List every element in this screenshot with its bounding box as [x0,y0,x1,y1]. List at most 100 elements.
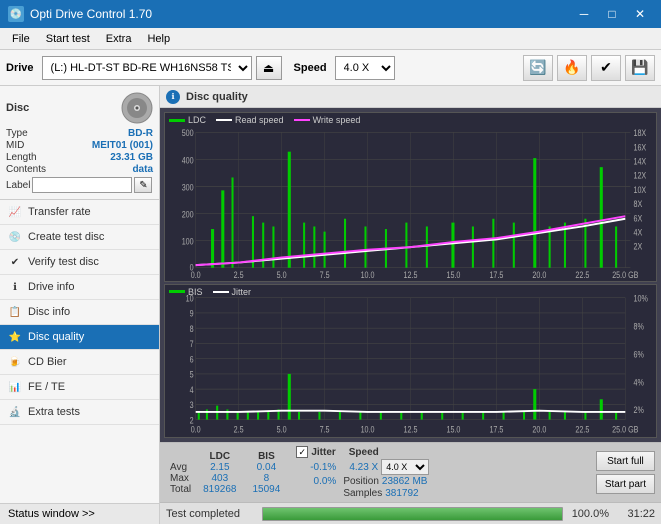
transfer-rate-icon: 📈 [8,205,22,219]
nav-extra-tests[interactable]: 🔬 Extra tests [0,400,159,425]
verify-test-disc-icon: ✔ [8,255,22,269]
disc-type-value: BD-R [128,128,153,139]
progress-bar-row: Test completed 100.0% 31:22 [160,502,661,524]
nav-create-test-disc[interactable]: 💿 Create test disc [0,225,159,250]
avg-jitter-row: -0.1% 4.23 X 4.0 X [296,459,429,475]
eject-button[interactable]: ⏏ [256,56,282,80]
nav-extra-tests-label: Extra tests [28,406,80,418]
ldc-legend-ldc: LDC [169,115,206,125]
main-layout: Disc Type BD-R MID MEIT01 (001) Length 2… [0,86,661,524]
disc-icon [121,92,153,124]
drive-select[interactable]: (L:) HL-DT-ST BD-RE WH16NS58 TST4 [42,56,252,80]
ldc-legend-read-color [216,119,232,121]
svg-text:6X: 6X [633,214,642,224]
svg-text:0.0: 0.0 [191,270,201,280]
ldc-legend-write-label: Write speed [313,115,361,125]
speed-select-stats[interactable]: 4.0 X [381,459,429,475]
speed-select[interactable]: 4.0 X 1.0 X 2.0 X 8.0 X Max [335,56,395,80]
svg-text:22.5: 22.5 [575,424,589,434]
menu-extra[interactable]: Extra [98,31,140,47]
disc-type-label: Type [6,128,28,139]
svg-text:6: 6 [190,354,194,364]
svg-text:2%: 2% [633,405,643,415]
disc-quality-header-icon: ℹ [166,90,180,104]
svg-text:17.5: 17.5 [489,424,503,434]
max-ldc: 403 [195,473,244,484]
svg-text:7.5: 7.5 [320,424,330,434]
menu-file[interactable]: File [4,31,38,47]
bis-chart: BIS Jitter [164,284,657,438]
stats-bar: LDC BIS Avg 2.15 0.04 Max 403 8 Total 81… [160,442,661,502]
nav-disc-info[interactable]: 📋 Disc info [0,300,159,325]
svg-text:17.5: 17.5 [489,270,503,280]
svg-text:20.0: 20.0 [532,424,546,434]
max-bis: 8 [245,473,289,484]
svg-text:3: 3 [190,400,194,410]
nav-transfer-rate[interactable]: 📈 Transfer rate [0,200,159,225]
svg-text:7.5: 7.5 [320,270,330,280]
nav-disc-quality[interactable]: ⭐ Disc quality [0,325,159,350]
svg-text:8: 8 [190,324,194,334]
avg-bis: 0.04 [245,462,289,473]
menu-bar: File Start test Extra Help [0,28,661,50]
burn-button[interactable]: 🔥 [557,55,587,81]
disc-label-input[interactable] [32,177,132,193]
ldc-chart-svg: 500 400 300 200 100 0 18X 16X 14X 12X 10… [165,113,656,281]
sidebar: Disc Type BD-R MID MEIT01 (001) Length 2… [0,86,160,524]
disc-mid-row: MID MEIT01 (001) [6,140,153,151]
disc-quality-header: ℹ Disc quality [160,86,661,108]
svg-text:4%: 4% [633,377,643,387]
disc-info-icon: 📋 [8,305,22,319]
menu-start-test[interactable]: Start test [38,31,98,47]
content-area: ℹ Disc quality LDC Read speed [160,86,661,524]
nav-drive-info[interactable]: ℹ Drive info [0,275,159,300]
start-buttons: Start full Start part [596,451,655,494]
nav-disc-quality-label: Disc quality [28,331,84,343]
jitter-checkbox[interactable]: ✓ [296,446,308,458]
svg-text:12.5: 12.5 [404,270,418,280]
svg-text:18X: 18X [633,128,646,138]
start-part-button[interactable]: Start part [596,474,655,494]
svg-text:10X: 10X [633,185,646,195]
disc-quality-icon: ⭐ [8,330,22,344]
svg-text:0.0: 0.0 [191,424,201,434]
disc-length-value: 23.31 GB [110,152,153,163]
ldc-legend-write-color [294,119,310,121]
disc-label-row: Label ✎ [6,177,153,193]
minimize-button[interactable]: ─ [571,4,597,24]
maximize-button[interactable]: □ [599,4,625,24]
nav-fe-te[interactable]: 📊 FE / TE [0,375,159,400]
cd-bier-icon: 🍺 [8,355,22,369]
start-full-button[interactable]: Start full [596,451,655,471]
svg-text:5: 5 [190,370,194,380]
menu-help[interactable]: Help [139,31,178,47]
status-window-button[interactable]: Status window >> [0,503,159,524]
nav-cd-bier[interactable]: 🍺 CD Bier [0,350,159,375]
bis-legend-bis-color [169,290,185,293]
verify-button[interactable]: ✔ [591,55,621,81]
drive-info-icon: ℹ [8,280,22,294]
ldc-legend-read-label: Read speed [235,115,284,125]
svg-text:2.5: 2.5 [234,424,244,434]
create-test-disc-icon: 💿 [8,230,22,244]
ldc-legend-ldc-color [169,119,185,122]
nav-create-test-disc-label: Create test disc [28,231,104,243]
position-label: Position [343,476,379,487]
total-jitter-row: Samples 381792 [296,488,429,499]
svg-text:12X: 12X [633,171,646,181]
disc-section-title: Disc [6,102,29,114]
close-button[interactable]: ✕ [627,4,653,24]
refresh-button[interactable]: 🔄 [523,55,553,81]
jitter-speed-section: ✓ Jitter Speed -0.1% 4.23 X 4.0 X 0.0% P… [296,446,429,499]
svg-text:16X: 16X [633,143,646,153]
nav-verify-test-disc[interactable]: ✔ Verify test disc [0,250,159,275]
disc-panel: Disc Type BD-R MID MEIT01 (001) Length 2… [0,86,159,200]
bis-legend-jitter-color [213,291,229,293]
save-button[interactable]: 💾 [625,55,655,81]
disc-label-edit-button[interactable]: ✎ [134,177,152,193]
nav-disc-info-label: Disc info [28,306,70,318]
nav-drive-info-label: Drive info [28,281,74,293]
disc-label-label: Label [6,180,30,191]
avg-ldc: 2.15 [195,462,244,473]
svg-text:15.0: 15.0 [447,270,461,280]
